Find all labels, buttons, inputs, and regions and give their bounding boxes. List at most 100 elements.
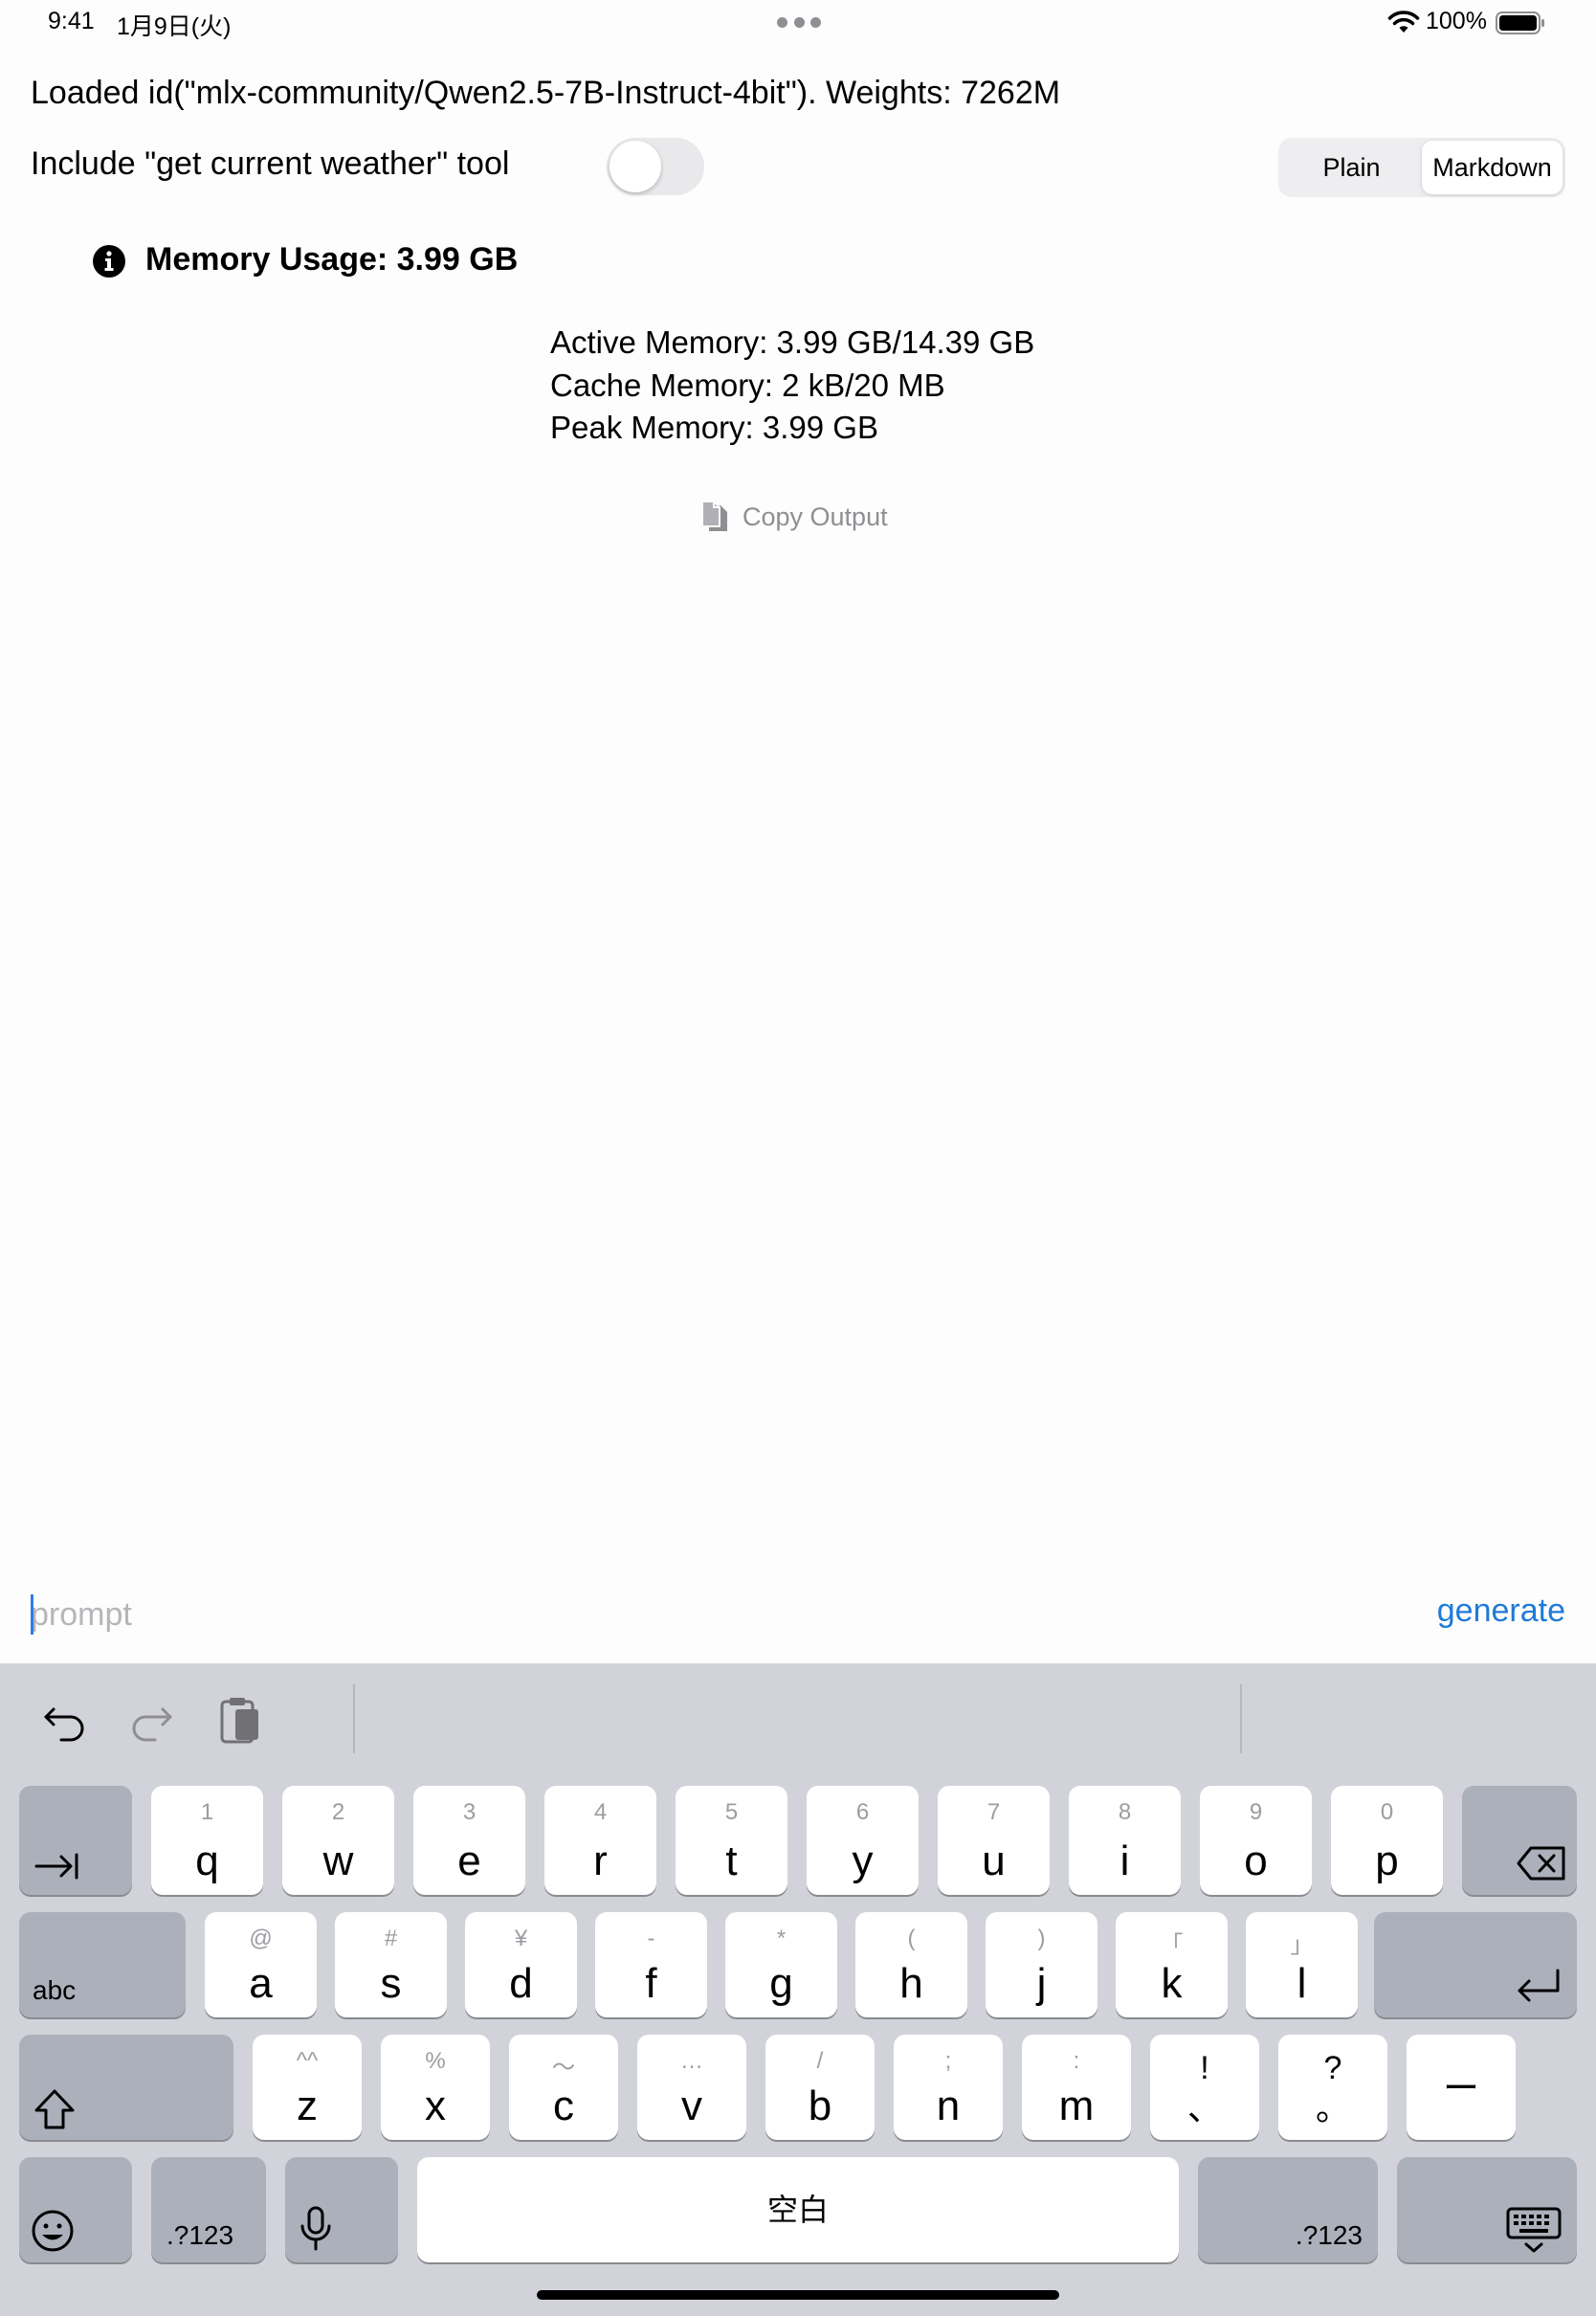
key-v[interactable]: … v [637,2035,746,2140]
return-key[interactable] [1374,1912,1577,2017]
key-alt: 3 [462,1799,477,1825]
copy-icon [701,501,727,531]
key-label: j [1036,1960,1047,2007]
key-alt: 5 [724,1799,739,1825]
key-alt: ¥ [514,1926,528,1951]
keyboard-dismiss-icon [1506,2207,1562,2253]
cache-memory: Cache Memory: 2 kB/20 MB [550,367,945,403]
numbers-key-left[interactable]: .?123 [151,2157,266,2262]
tab-key[interactable] [19,1786,132,1895]
key-alt: / [816,2048,824,2074]
key-w[interactable]: 2w [282,1786,394,1895]
key-t[interactable]: 5t [676,1786,787,1895]
space-key[interactable]: 空白 [417,2157,1179,2262]
delete-key[interactable] [1462,1786,1577,1895]
key-long-vowel[interactable]: ー [1407,2035,1516,2140]
key-f[interactable]: -f [595,1912,707,2017]
key-label: x [425,2082,446,2129]
emoji-icon [32,2210,74,2252]
memory-usage-title[interactable]: Memory Usage: 3.99 GB [145,241,518,278]
shift-icon [34,2089,75,2129]
key-c[interactable]: 〜 c [509,2035,618,2140]
key-label: a [249,1960,273,2007]
abc-label: abc [33,1975,77,2005]
key-a[interactable]: @ a [205,1912,317,2017]
emoji-key[interactable] [19,2157,132,2262]
active-memory: Active Memory: 3.99 GB/14.39 GB [550,324,1035,360]
key-n[interactable]: ; n [894,2035,1003,2140]
shift-key[interactable] [19,2035,233,2140]
paste-icon[interactable] [212,1694,266,1748]
segment-markdown[interactable]: Markdown [1422,141,1563,194]
key-alt: 1 [200,1799,214,1825]
key-s[interactable]: # s [335,1912,447,2017]
segment-plain[interactable]: Plain [1281,141,1422,194]
key-j[interactable]: ) j [986,1912,1097,2017]
key-alt: # [384,1926,398,1951]
delete-icon [1517,1846,1565,1881]
weather-tool-toggle[interactable] [607,138,704,195]
key-o[interactable]: 9o [1200,1786,1312,1895]
key-label: c [553,2082,574,2129]
key-e[interactable]: 3e [413,1786,525,1895]
key-alt: 〜 [552,2055,575,2081]
return-icon [1518,1969,1560,2002]
key-q[interactable]: 1q [151,1786,263,1895]
battery-icon [1496,11,1544,34]
dictation-key[interactable] [285,2157,398,2262]
key-g[interactable]: * g [725,1912,837,2017]
key-u[interactable]: 7u [938,1786,1050,1895]
key-d[interactable]: ¥ d [465,1912,577,2017]
redo-icon[interactable] [124,1694,178,1748]
key-label: z [297,2082,318,2129]
key-label: n [936,2082,961,2129]
key-alt: 6 [855,1799,870,1825]
key-h[interactable]: (h [855,1912,967,2017]
key-x[interactable]: % x [381,2035,490,2140]
key-comma[interactable]: !、 [1150,2035,1259,2140]
key-alt: * [776,1926,787,1951]
key-alt: 4 [593,1799,608,1825]
key-label: f [645,1960,657,2007]
memory-details: Active Memory: 3.99 GB/14.39 GB Cache Me… [550,322,1034,450]
multitasking-dots-icon[interactable] [777,16,821,28]
key-k[interactable]: 「k [1116,1912,1228,2017]
display-mode-picker[interactable]: Plain Markdown [1278,138,1565,197]
key-alt: … [680,2048,703,2074]
tab-icon [34,1853,78,1880]
key-l[interactable]: 」 l [1246,1912,1358,2017]
key-label: g [769,1960,793,2007]
key-label: m [1058,2082,1095,2129]
key-alt: 」 [1290,1932,1314,1958]
key-alt: @ [249,1926,273,1951]
key-m[interactable]: :m [1022,2035,1131,2140]
weather-tool-toggle-label: Include "get current weather" tool [31,145,510,182]
toolbar-divider [1240,1684,1242,1753]
numbers-label: .?123 [1295,2220,1363,2250]
peak-memory: Peak Memory: 3.99 GB [550,410,878,445]
home-indicator[interactable] [537,2290,1059,2300]
key-y[interactable]: 6y [807,1786,919,1895]
prompt-input[interactable] [31,1591,1370,1638]
abc-key[interactable]: abc [19,1912,186,2017]
copy-output-button[interactable]: Copy Output [700,500,888,534]
battery-percent: 100% [1426,8,1487,34]
toolbar-divider [353,1684,355,1753]
key-label: ー [1442,2069,1479,2109]
key-p[interactable]: 0p [1331,1786,1443,1895]
key-period[interactable]: ?。 [1278,2035,1387,2140]
key-z[interactable]: ^^ z [253,2035,362,2140]
dismiss-keyboard-key[interactable] [1397,2157,1577,2262]
key-alt: : [1073,2048,1080,2074]
text-caret [31,1594,33,1635]
key-label: k [1161,1960,1183,2007]
key-r[interactable]: 4r [544,1786,656,1895]
key-label: d [509,1960,533,2007]
numbers-key-right[interactable]: .?123 [1198,2157,1378,2262]
generate-button[interactable]: generate [1437,1592,1565,1630]
key-b[interactable]: / b [765,2035,875,2140]
key-alt: 8 [1118,1799,1132,1825]
key-alt: ) [1037,1926,1046,1951]
key-i[interactable]: 8i [1069,1786,1181,1895]
undo-icon[interactable] [38,1694,92,1748]
